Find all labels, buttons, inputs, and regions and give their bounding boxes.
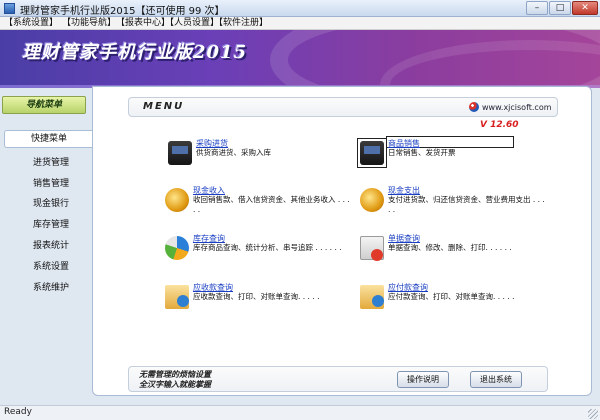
module-payables[interactable]: 应付款查询 应付款查询、打印、对账单查询. . . . . xyxy=(360,282,550,318)
sidebar-item-maintenance[interactable]: 系统维护 xyxy=(33,280,69,293)
status-bar: Ready xyxy=(0,405,600,420)
sidebar-item-inventory[interactable]: 库存管理 xyxy=(33,217,69,230)
sidebar-item-reports[interactable]: 报表统计 xyxy=(33,238,69,251)
status-text: Ready xyxy=(4,407,32,417)
module-description: 日常销售、发货开票 xyxy=(388,148,456,157)
module-description: 库存商品查询、统计分析、串号追踪 . . . . . . xyxy=(193,243,342,252)
menu-system-settings[interactable]: 【系统设置】 xyxy=(4,17,58,30)
window-title: 理财管家手机行业版2015【还可使用 99 次】 xyxy=(20,6,225,17)
sidebar-item-sales[interactable]: 销售管理 xyxy=(33,176,69,189)
exit-button[interactable]: 退出系统 xyxy=(470,371,522,388)
module-cash-income[interactable]: 现金收入 收回销售款、借入信贷资金、其他业务收入 . . . . . xyxy=(165,185,355,221)
module-inventory-query[interactable]: 库存查询 库存商品查询、统计分析、串号追踪 . . . . . . xyxy=(165,233,355,269)
module-description: 收回销售款、借入信贷资金、其他业务收入 . . . . . xyxy=(193,195,350,214)
documents-icon xyxy=(360,236,384,261)
sidebar-item-quick-menu[interactable]: 快捷菜单 xyxy=(4,130,92,148)
title-bar: 理财管家手机行业版2015【还可使用 99 次】 – □ ✕ xyxy=(0,0,600,17)
module-description: 应收款查询、打印、对账单查询. . . . . xyxy=(193,292,320,301)
module-description: 单据查询、修改、删除、打印. . . . . . xyxy=(388,243,512,252)
module-purchase[interactable]: 采购进货 供货商进货、采购入库 xyxy=(168,138,358,174)
footer-bar: 无需管理的烦恼设置 全汉字输入就能掌握 操作说明 退出系统 xyxy=(128,366,548,392)
banner: 理财管家手机行业版2015 xyxy=(0,30,600,85)
version-label: V 12.60 xyxy=(480,120,519,130)
module-description: 支付进货款、归还信贷资金、营业费用支出 . . . . . xyxy=(388,195,545,214)
module-description: 供货商进货、采购入库 xyxy=(196,148,271,157)
module-sales[interactable]: 商品销售 日常销售、发货开票 xyxy=(357,136,550,174)
brand-url: www.xjcisoft.com xyxy=(482,103,552,112)
module-cash-expense[interactable]: 现金支出 支付进货款、归还信贷资金、营业费用支出 . . . . . xyxy=(360,185,550,221)
resize-grip-icon[interactable] xyxy=(588,409,598,419)
module-receivables[interactable]: 应收款查询 应收款查询、打印、对账单查询. . . . . xyxy=(165,282,355,318)
footer-slogan-line: 全汉字输入就能掌握 xyxy=(139,379,211,389)
menu-header: MENU www.xjcisoft.com xyxy=(128,97,558,117)
maximize-button[interactable]: □ xyxy=(549,1,571,15)
menu-bar: 【系统设置】 【功能导航】 【报表中心】 【人员设置】 【软件注册】 xyxy=(0,17,600,30)
brand-link[interactable]: www.xjcisoft.com xyxy=(469,102,552,112)
sidebar-header: 导航菜单 xyxy=(2,96,86,114)
app-icon xyxy=(4,3,15,14)
folder-icon xyxy=(360,285,384,309)
module-description: 应付款查询、打印、对账单查询. . . . . xyxy=(388,292,515,301)
sidebar-item-cash-bank[interactable]: 现金银行 xyxy=(33,196,69,209)
coins-icon xyxy=(165,188,189,212)
sidebar-item-purchase[interactable]: 进货管理 xyxy=(33,155,69,168)
cash-register-icon xyxy=(360,141,384,165)
sidebar-header-label: 导航菜单 xyxy=(25,100,62,110)
module-document-query[interactable]: 单据查询 单据查询、修改、删除、打印. . . . . . xyxy=(360,233,550,269)
minimize-button[interactable]: – xyxy=(526,1,548,15)
menu-function-nav[interactable]: 【功能导航】 xyxy=(62,17,116,30)
sidebar-item-settings[interactable]: 系统设置 xyxy=(33,259,69,272)
cash-register-icon xyxy=(168,141,192,165)
menu-report-center[interactable]: 【报表中心】 xyxy=(116,17,170,30)
close-button[interactable]: ✕ xyxy=(572,1,598,15)
footer-slogan-line: 无需管理的烦恼设置 xyxy=(139,369,211,379)
menu-software-register[interactable]: 【软件注册】 xyxy=(214,17,268,30)
menu-staff-settings[interactable]: 【人员设置】 xyxy=(165,17,219,30)
help-button[interactable]: 操作说明 xyxy=(397,371,449,388)
folder-icon xyxy=(165,285,189,309)
banner-title: 理财管家手机行业版2015 xyxy=(22,42,248,63)
menu-title: MENU xyxy=(143,101,185,112)
pie-chart-icon xyxy=(165,236,189,260)
coins-icon xyxy=(360,188,384,212)
brand-logo-icon xyxy=(469,102,479,112)
footer-slogan: 无需管理的烦恼设置 全汉字输入就能掌握 xyxy=(139,369,211,389)
